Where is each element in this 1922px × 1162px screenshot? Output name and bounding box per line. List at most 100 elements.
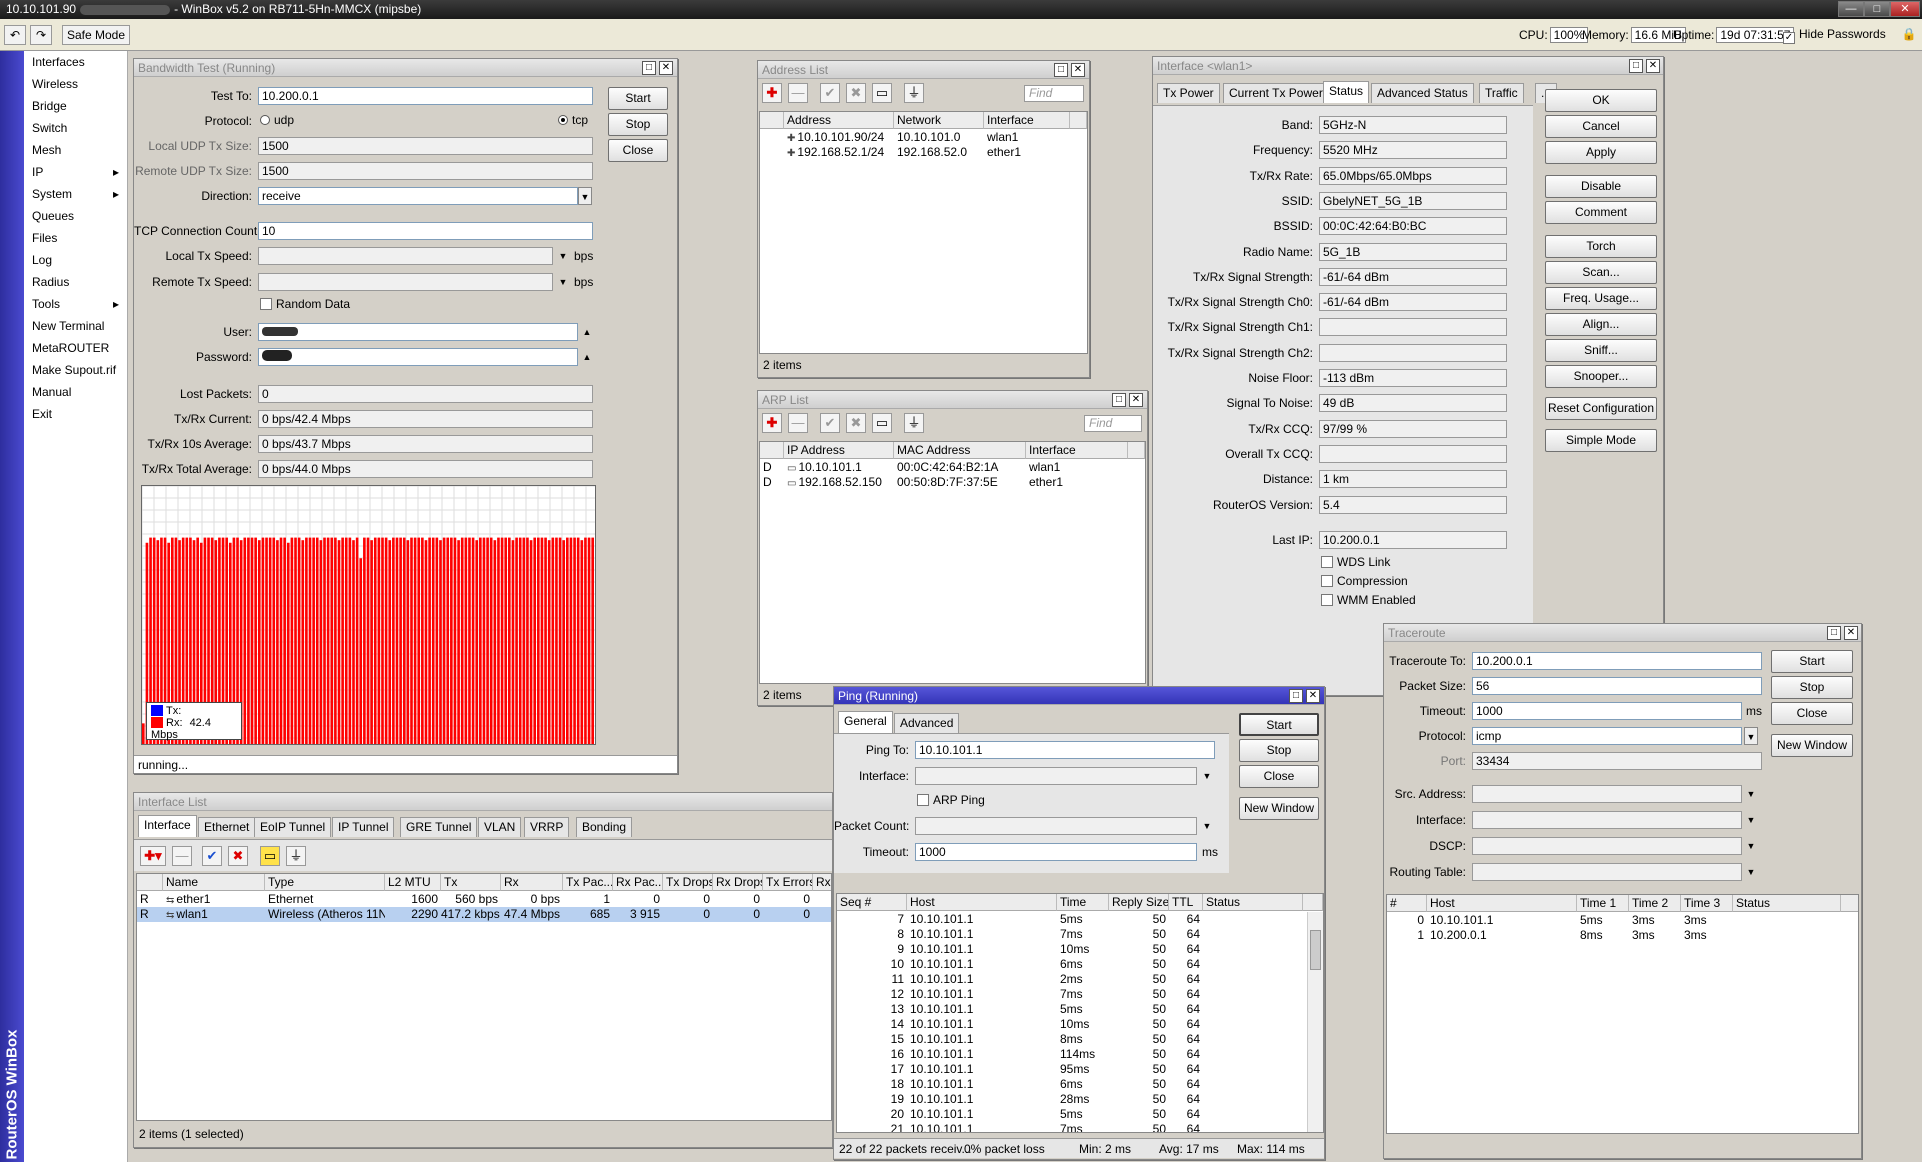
table-row[interactable]: 8 10.10.101.1 7ms 50 64: [837, 927, 1323, 942]
table-row[interactable]: 14 10.10.101.1 10ms 50 64: [837, 1017, 1323, 1032]
interface-select[interactable]: [915, 767, 1197, 785]
close-icon[interactable]: ✕: [1306, 689, 1320, 703]
dropdown-icon[interactable]: ▼: [1744, 785, 1758, 803]
safe-mode-button[interactable]: Safe Mode: [62, 25, 130, 45]
simple-mode-button[interactable]: Simple Mode: [1545, 429, 1657, 452]
table-row[interactable]: ✚ 192.168.52.1/24 192.168.52.0 ether1: [760, 145, 1087, 160]
filter-icon[interactable]: ⏚: [904, 83, 924, 103]
filter-icon[interactable]: ⏚: [286, 846, 306, 866]
maximize-button[interactable]: □: [1864, 1, 1890, 17]
menu-item-tools[interactable]: Tools: [24, 293, 127, 315]
column-header[interactable]: Address: [784, 112, 894, 129]
user-input[interactable]: [258, 323, 578, 341]
dropdown-icon[interactable]: ▼: [556, 247, 570, 265]
dropdown-icon[interactable]: ▼: [1200, 817, 1214, 835]
column-header[interactable]: Rx Drops: [713, 874, 763, 891]
torch-button[interactable]: Torch: [1545, 235, 1657, 258]
menu-item-ip[interactable]: IP: [24, 161, 127, 183]
protocol-select[interactable]: icmp: [1472, 727, 1742, 745]
menu-item-files[interactable]: Files: [24, 227, 127, 249]
table-row[interactable]: 0 10.10.101.1 5ms 3ms 3ms: [1387, 913, 1858, 928]
column-header[interactable]: Network: [894, 112, 984, 129]
new-window-button[interactable]: New Window: [1771, 734, 1853, 757]
dropdown-icon[interactable]: ▼: [1744, 863, 1758, 881]
table-row[interactable]: 21 10.10.101.1 7ms 50 64: [837, 1122, 1323, 1132]
tab-advanced[interactable]: Advanced: [894, 713, 960, 733]
stop-button[interactable]: Stop: [608, 113, 668, 136]
column-header[interactable]: Tx Drops: [663, 874, 713, 891]
disable-icon[interactable]: ✖: [846, 83, 866, 103]
column-header[interactable]: Tx: [441, 874, 501, 891]
table-row[interactable]: 15 10.10.101.1 8ms 50 64: [837, 1032, 1323, 1047]
table-row[interactable]: 19 10.10.101.1 28ms 50 64: [837, 1092, 1323, 1107]
redo-icon[interactable]: ↷: [30, 25, 52, 45]
interface-select[interactable]: [1472, 811, 1742, 829]
tab-vlan[interactable]: VLAN: [478, 817, 522, 837]
freq-usage-button[interactable]: Freq. Usage...: [1545, 287, 1657, 310]
maximize-icon[interactable]: □: [1054, 63, 1068, 77]
stop-button[interactable]: Stop: [1239, 739, 1319, 762]
menu-item-manual[interactable]: Manual: [24, 381, 127, 403]
filter-icon[interactable]: ⏚: [904, 413, 924, 433]
column-header[interactable]: [137, 874, 163, 891]
menu-item-interfaces[interactable]: Interfaces: [24, 51, 127, 73]
close-icon[interactable]: ✕: [1646, 59, 1660, 73]
tab-traffic[interactable]: Traffic: [1479, 83, 1524, 103]
maximize-icon[interactable]: □: [1629, 59, 1643, 73]
menu-item-bridge[interactable]: Bridge: [24, 95, 127, 117]
column-header[interactable]: Time: [1057, 894, 1109, 911]
table-row[interactable]: 9 10.10.101.1 10ms 50 64: [837, 942, 1323, 957]
maximize-icon[interactable]: □: [642, 61, 656, 75]
scan-button[interactable]: Scan...: [1545, 261, 1657, 284]
align-button[interactable]: Align...: [1545, 313, 1657, 336]
maximize-icon[interactable]: □: [1827, 626, 1841, 640]
collapse-icon[interactable]: ▲: [580, 348, 594, 366]
menu-item-metarouter[interactable]: MetaROUTER: [24, 337, 127, 359]
column-header[interactable]: [760, 442, 784, 459]
collapse-icon[interactable]: ▲: [580, 323, 594, 341]
dscp-select[interactable]: [1472, 837, 1742, 855]
menu-item-radius[interactable]: Radius: [24, 271, 127, 293]
column-header[interactable]: [1303, 894, 1323, 911]
tab-advanced-status[interactable]: Advanced Status: [1371, 83, 1474, 103]
column-header[interactable]: [1841, 895, 1858, 912]
hide-passwords-checkbox[interactable]: ✓ Hide Passwords: [1783, 27, 1886, 44]
maximize-icon[interactable]: □: [1289, 689, 1303, 703]
arp-ping-checkbox[interactable]: ARP Ping: [917, 793, 985, 807]
menu-item-queues[interactable]: Queues: [24, 205, 127, 227]
menu-item-wireless[interactable]: Wireless: [24, 73, 127, 95]
port-input[interactable]: 33434: [1472, 752, 1762, 770]
close-button[interactable]: Close: [1239, 765, 1319, 788]
column-header[interactable]: Time 3: [1681, 895, 1733, 912]
column-header[interactable]: Interface: [1026, 442, 1128, 459]
dropdown-icon[interactable]: ▼: [1744, 727, 1758, 745]
tab-gre-tunnel[interactable]: GRE Tunnel: [400, 817, 478, 837]
table-row[interactable]: D ▭ 192.168.52.150 00:50:8D:7F:37:5E ether1: [760, 475, 1145, 490]
column-header[interactable]: Rx Er: [813, 874, 831, 891]
menu-item-make-supout-rif[interactable]: Make Supout.rif: [24, 359, 127, 381]
close-button[interactable]: Close: [608, 139, 668, 162]
dropdown-icon[interactable]: ▼: [1200, 767, 1214, 785]
dropdown-icon[interactable]: ▼: [1744, 811, 1758, 829]
menu-item-system[interactable]: System: [24, 183, 127, 205]
comment-icon[interactable]: ▭: [872, 413, 892, 433]
column-header[interactable]: Seq #: [837, 894, 907, 911]
close-icon[interactable]: ✕: [659, 61, 673, 75]
ok-button[interactable]: OK: [1545, 89, 1657, 112]
table-row[interactable]: 18 10.10.101.1 6ms 50 64: [837, 1077, 1323, 1092]
menu-item-new-terminal[interactable]: New Terminal: [24, 315, 127, 337]
close-icon[interactable]: ✕: [1071, 63, 1085, 77]
dropdown-icon[interactable]: ▼: [556, 273, 570, 291]
reset-configuration-button[interactable]: Reset Configuration: [1545, 397, 1657, 420]
column-header[interactable]: Host: [1427, 895, 1577, 912]
column-header[interactable]: Status: [1733, 895, 1841, 912]
tab-eoip-tunnel[interactable]: EoIP Tunnel: [254, 817, 332, 837]
column-header[interactable]: L2 MTU: [385, 874, 441, 891]
tab-ethernet[interactable]: Ethernet: [198, 817, 256, 837]
enable-icon[interactable]: ✔: [820, 83, 840, 103]
tab-ip-tunnel[interactable]: IP Tunnel: [332, 817, 395, 837]
routing-table-select[interactable]: [1472, 863, 1742, 881]
column-header[interactable]: TTL: [1169, 894, 1203, 911]
scroll-thumb[interactable]: [1310, 930, 1321, 970]
menu-item-mesh[interactable]: Mesh: [24, 139, 127, 161]
